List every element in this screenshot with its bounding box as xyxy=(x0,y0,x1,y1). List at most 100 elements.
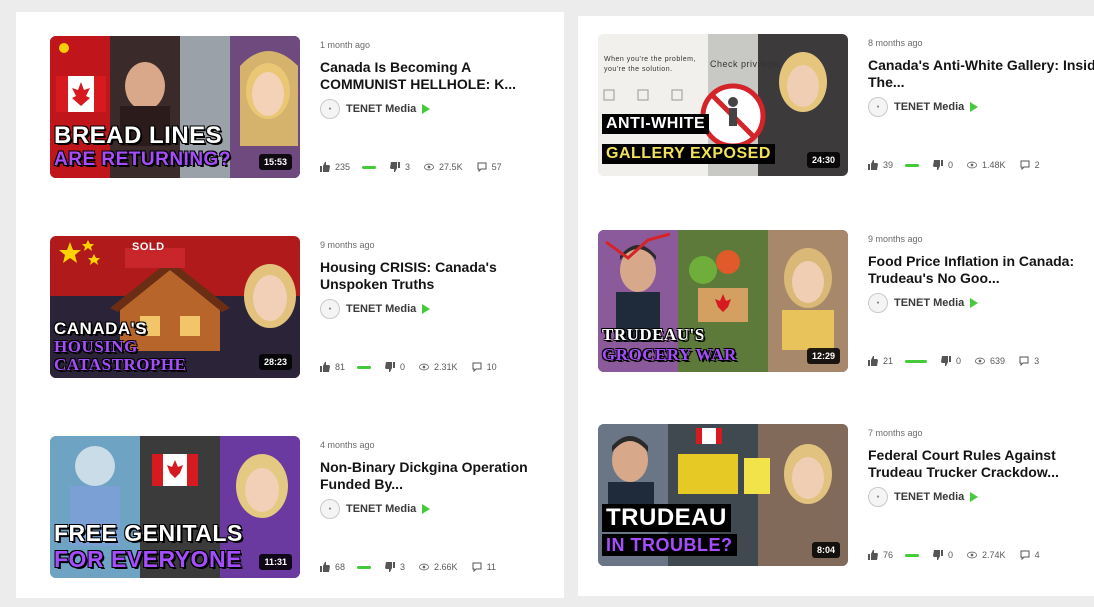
channel-avatar[interactable]: ● xyxy=(868,97,888,117)
comment-stat[interactable]: 10 xyxy=(472,362,497,372)
view-stat: 27.5K xyxy=(424,162,463,172)
dislike-stat[interactable]: 0 xyxy=(385,362,405,372)
upload-age: 8 months ago xyxy=(868,38,923,48)
video-thumbnail[interactable]: TRUDEAU IN TROUBLE? 8:04 xyxy=(598,424,848,566)
thumbs-up-icon[interactable] xyxy=(320,362,330,372)
upload-age: 4 months ago xyxy=(320,440,375,450)
verified-icon xyxy=(970,492,979,502)
video-title[interactable]: Housing CRISIS: Canada's Unspoken Truths xyxy=(320,259,560,293)
video-thumbnail[interactable]: FREE GENITALS FOR EVERYONE 11:31 xyxy=(50,436,300,578)
duration-badge: 8:04 xyxy=(811,542,840,558)
like-stat[interactable]: 39 xyxy=(868,160,893,170)
duration-badge: 12:29 xyxy=(806,348,840,364)
channel-name[interactable]: TENET Media xyxy=(346,103,416,115)
channel-row[interactable]: ● TENET Media xyxy=(868,97,1094,117)
comment-icon[interactable] xyxy=(1019,356,1029,366)
thumbs-up-icon[interactable] xyxy=(320,162,330,172)
comment-stat[interactable]: 11 xyxy=(472,562,496,572)
video-card[interactable]: BREAD LINES ARE RETURNING? 15:53 1 month… xyxy=(50,36,560,184)
thumbnail-headline-2: GROCERY WAR xyxy=(602,345,737,364)
like-count: 76 xyxy=(883,550,894,560)
channel-name[interactable]: TENET Media xyxy=(346,503,416,515)
thumbs-up-icon[interactable] xyxy=(868,160,878,170)
thumbs-down-icon[interactable] xyxy=(933,550,944,560)
channel-avatar[interactable]: ● xyxy=(320,299,340,319)
video-thumbnail[interactable]: SOLD CANADA'S HOUSING CATASTROPHE 28:23 xyxy=(50,236,300,378)
video-title[interactable]: Non-Binary Dickgina Operation Funded By.… xyxy=(320,459,560,493)
channel-avatar[interactable]: ● xyxy=(320,499,340,519)
comment-count: 2 xyxy=(1034,160,1040,170)
thumbs-down-icon[interactable] xyxy=(385,362,396,372)
video-title[interactable]: Food Price Inflation in Canada: Trudeau'… xyxy=(868,253,1094,287)
video-card[interactable]: When you're the problem, you're the solu… xyxy=(598,34,1094,182)
thumbs-up-icon[interactable] xyxy=(868,356,878,366)
channel-avatar[interactable]: ● xyxy=(868,487,888,507)
dislike-stat[interactable]: 3 xyxy=(385,562,405,572)
video-title[interactable]: Canada Is Becoming A COMMUNIST HELLHOLE:… xyxy=(320,59,560,93)
comment-stat[interactable]: 57 xyxy=(477,162,502,172)
channel-name[interactable]: TENET Media xyxy=(894,101,964,113)
channel-row[interactable]: ● TENET Media xyxy=(868,293,1094,313)
upload-age: 9 months ago xyxy=(868,234,923,244)
thumbnail-headline-1: CANADA'S xyxy=(54,319,148,338)
verified-icon xyxy=(970,102,979,112)
comment-icon[interactable] xyxy=(1020,550,1030,560)
like-stat[interactable]: 21 xyxy=(868,356,893,366)
view-stat: 639 xyxy=(975,356,1005,366)
thumbnail-headline-2: GALLERY EXPOSED xyxy=(602,144,775,164)
thumbs-up-icon[interactable] xyxy=(320,562,330,572)
like-count: 81 xyxy=(335,362,346,372)
video-thumbnail[interactable]: TRUDEAU'S GROCERY WAR 12:29 xyxy=(598,230,848,372)
dislike-stat[interactable]: 0 xyxy=(933,160,953,170)
thumbs-down-icon[interactable] xyxy=(941,356,952,366)
channel-avatar[interactable]: ● xyxy=(320,99,340,119)
video-card[interactable]: TRUDEAU IN TROUBLE? 8:04 7 months ago Fe… xyxy=(598,424,1092,572)
channel-row[interactable]: ● TENET Media xyxy=(320,99,560,119)
comment-icon[interactable] xyxy=(477,162,487,172)
thumbs-up-icon[interactable] xyxy=(868,550,878,560)
dislike-count: 3 xyxy=(405,162,411,172)
right-panel: When you're the problem, you're the solu… xyxy=(578,16,1094,596)
video-title[interactable]: Canada's Anti-White Gallery: Inside The.… xyxy=(868,57,1094,91)
thumbs-down-icon[interactable] xyxy=(385,562,396,572)
comment-icon[interactable] xyxy=(472,362,482,372)
channel-name[interactable]: TENET Media xyxy=(894,491,964,503)
channel-row[interactable]: ● TENET Media xyxy=(320,499,560,519)
like-ratio-bar xyxy=(357,565,372,569)
channel-row[interactable]: ● TENET Media xyxy=(868,487,1094,507)
video-thumbnail[interactable]: When you're the problem, you're the solu… xyxy=(598,34,848,176)
dislike-stat[interactable]: 0 xyxy=(941,356,961,366)
eye-icon xyxy=(967,161,978,169)
like-stat[interactable]: 76 xyxy=(868,550,893,560)
channel-avatar[interactable]: ● xyxy=(868,293,888,313)
like-stat[interactable]: 81 xyxy=(320,362,345,372)
channel-name[interactable]: TENET Media xyxy=(894,297,964,309)
thumbs-down-icon[interactable] xyxy=(933,160,944,170)
comment-stat[interactable]: 3 xyxy=(1019,356,1039,366)
thumbnail-note-1: When you're the problem, xyxy=(604,56,696,63)
eye-icon xyxy=(424,163,435,171)
comment-stat[interactable]: 4 xyxy=(1020,550,1040,560)
channel-name[interactable]: TENET Media xyxy=(346,303,416,315)
like-stat[interactable]: 68 xyxy=(320,562,345,572)
thumbs-down-icon[interactable] xyxy=(390,162,401,172)
like-ratio-bar xyxy=(905,359,928,363)
comment-stat[interactable]: 2 xyxy=(1020,160,1040,170)
video-meta: 9 months ago Housing CRISIS: Canada's Un… xyxy=(320,240,560,319)
comment-icon[interactable] xyxy=(1020,160,1030,170)
video-thumbnail[interactable]: BREAD LINES ARE RETURNING? 15:53 xyxy=(50,36,300,178)
thumbnail-headline-1: TRUDEAU'S xyxy=(602,325,705,344)
video-card[interactable]: SOLD CANADA'S HOUSING CATASTROPHE 28:23 … xyxy=(50,236,560,384)
dislike-stat[interactable]: 3 xyxy=(390,162,410,172)
thumbnail-headline-2: IN TROUBLE? xyxy=(602,534,737,556)
dislike-stat[interactable]: 0 xyxy=(933,550,953,560)
channel-row[interactable]: ● TENET Media xyxy=(320,299,560,319)
view-stat: 2.74K xyxy=(967,550,1006,560)
video-card[interactable]: TRUDEAU'S GROCERY WAR 12:29 9 months ago… xyxy=(598,230,1092,378)
video-meta: 4 months ago Non-Binary Dickgina Operati… xyxy=(320,440,560,519)
video-title[interactable]: Federal Court Rules Against Trudeau Truc… xyxy=(868,447,1094,481)
video-card[interactable]: FREE GENITALS FOR EVERYONE 11:31 4 month… xyxy=(50,436,560,584)
like-ratio-bar xyxy=(357,365,372,369)
comment-icon[interactable] xyxy=(472,562,482,572)
like-stat[interactable]: 235 xyxy=(320,162,350,172)
